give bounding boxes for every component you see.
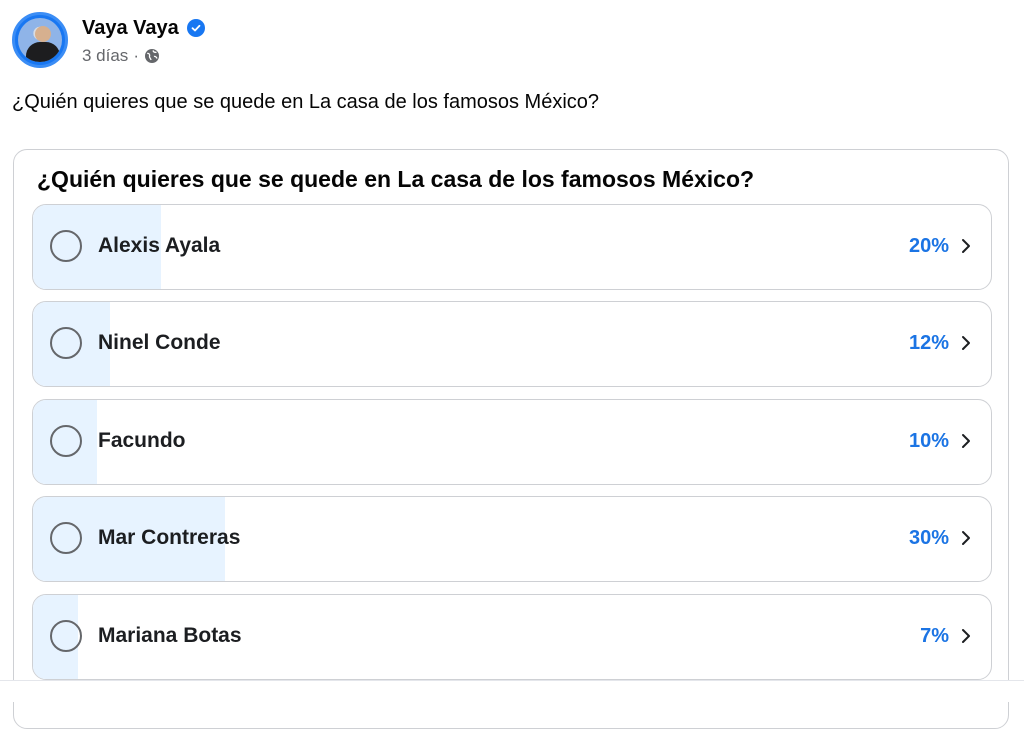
poll-option[interactable]: Alexis Ayala 20% [32, 204, 992, 290]
post-text: ¿Quién quieres que se quede en La casa d… [12, 91, 600, 113]
option-label: Mariana Botas [98, 624, 242, 647]
option-percentage[interactable]: 12% [909, 329, 949, 357]
radio-button[interactable] [50, 620, 82, 652]
verified-badge-icon [186, 19, 205, 37]
option-label: Ninel Conde [98, 331, 221, 354]
poll-option[interactable]: Mariana Botas 7% [32, 594, 992, 680]
radio-button[interactable] [50, 522, 82, 554]
avatar-photo [18, 18, 62, 62]
option-percentage[interactable]: 30% [909, 524, 949, 552]
meta-separator: · [133, 46, 139, 65]
option-percentage[interactable]: 20% [909, 232, 949, 260]
author-name-row: Vaya Vaya [82, 14, 205, 42]
option-percentage[interactable]: 7% [920, 622, 949, 650]
chevron-right-icon[interactable] [959, 627, 973, 645]
author-block: Vaya Vaya 3 días · [82, 12, 205, 66]
radio-button[interactable] [50, 425, 82, 457]
author-name[interactable]: Vaya Vaya [82, 14, 179, 42]
poll-card: ¿Quién quieres que se quede en La casa d… [13, 149, 1009, 729]
option-label: Alexis Ayala [98, 234, 221, 257]
feed-divider [0, 680, 1024, 702]
option-label: Facundo [98, 429, 186, 452]
radio-button[interactable] [50, 230, 82, 262]
option-label: Mar Contreras [98, 526, 241, 549]
post-header: Vaya Vaya 3 días · [12, 12, 205, 68]
post-timestamp[interactable]: 3 días [82, 46, 128, 66]
poll-question: ¿Quién quieres que se quede en La casa d… [37, 166, 755, 192]
poll-option[interactable]: Facundo 10% [32, 399, 992, 485]
poll-option[interactable]: Mar Contreras 30% [32, 496, 992, 582]
option-percentage[interactable]: 10% [909, 427, 949, 455]
chevron-right-icon[interactable] [959, 237, 973, 255]
post-meta: 3 días · [82, 46, 205, 66]
chevron-right-icon[interactable] [959, 334, 973, 352]
globe-icon[interactable] [144, 48, 160, 64]
chevron-right-icon[interactable] [959, 529, 973, 547]
avatar[interactable] [12, 12, 68, 68]
radio-button[interactable] [50, 327, 82, 359]
poll-option[interactable]: Ninel Conde 12% [32, 301, 992, 387]
chevron-right-icon[interactable] [959, 432, 973, 450]
